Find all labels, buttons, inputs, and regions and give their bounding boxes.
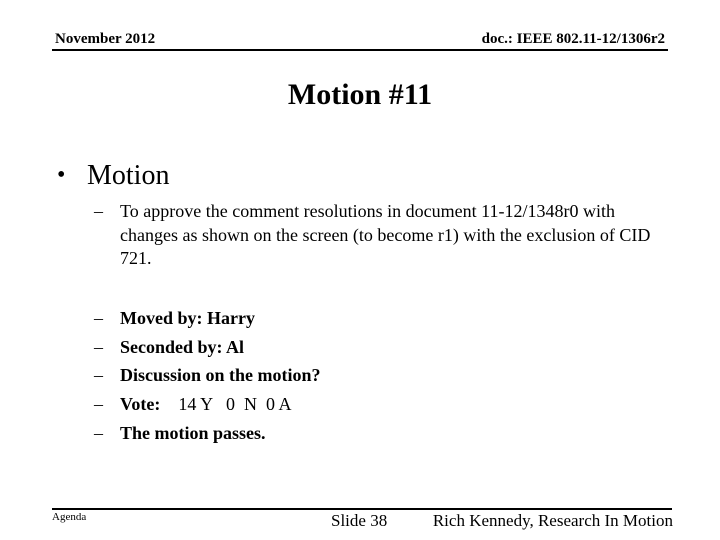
list-item-label: Seconded by: Al [120, 336, 245, 357]
list-item-label: Discussion on the motion? [120, 365, 321, 386]
list-item-moved-by: – Moved by: Harry [94, 305, 321, 334]
dash-icon: – [94, 422, 103, 443]
motion-description-text: To approve the comment resolutions in do… [120, 201, 651, 268]
dash-icon: – [94, 336, 103, 357]
vote-result: 14 Y 0 N 0 A [160, 394, 292, 415]
main-bullet: • Motion [57, 160, 169, 192]
dash-icon: – [94, 308, 103, 328]
dash-icon: – [94, 201, 103, 221]
list-item-result: – The motion passes. [94, 420, 321, 449]
footer-divider [52, 508, 672, 510]
footer-slide-number: Slide 38 [331, 511, 388, 530]
list-item-seconded-by: – Seconded by: Al [94, 334, 321, 363]
footer-author: Rich Kennedy, Research In Motion [432, 511, 673, 530]
list-item-discussion: – Discussion on the motion? [94, 362, 321, 391]
motion-description: – To approve the comment resolutions in … [94, 200, 654, 271]
slide: November 2012 doc.: IEEE 802.11-12/1306r… [0, 0, 720, 540]
slide-title: Motion #11 [287, 78, 433, 111]
header-doc-id: doc.: IEEE 802.11-12/1306r2 [481, 31, 665, 47]
list-item-label: Moved by: Harry [120, 308, 255, 328]
dash-icon: – [94, 394, 103, 415]
header-date: November 2012 [55, 31, 156, 47]
main-bullet-text: Motion [87, 160, 170, 191]
list-item-label: Vote: [120, 394, 161, 415]
footer-section: Agenda [52, 511, 87, 523]
bullet-icon: • [57, 162, 66, 188]
motion-details-list: – Moved by: Harry – Seconded by: Al – Discu… [94, 305, 321, 448]
list-item-vote: – Vote: 14 Y 0 N 0 A [94, 391, 321, 420]
dash-icon: – [94, 365, 103, 386]
header-divider [52, 49, 668, 51]
list-item-label: The motion passes. [120, 422, 266, 443]
